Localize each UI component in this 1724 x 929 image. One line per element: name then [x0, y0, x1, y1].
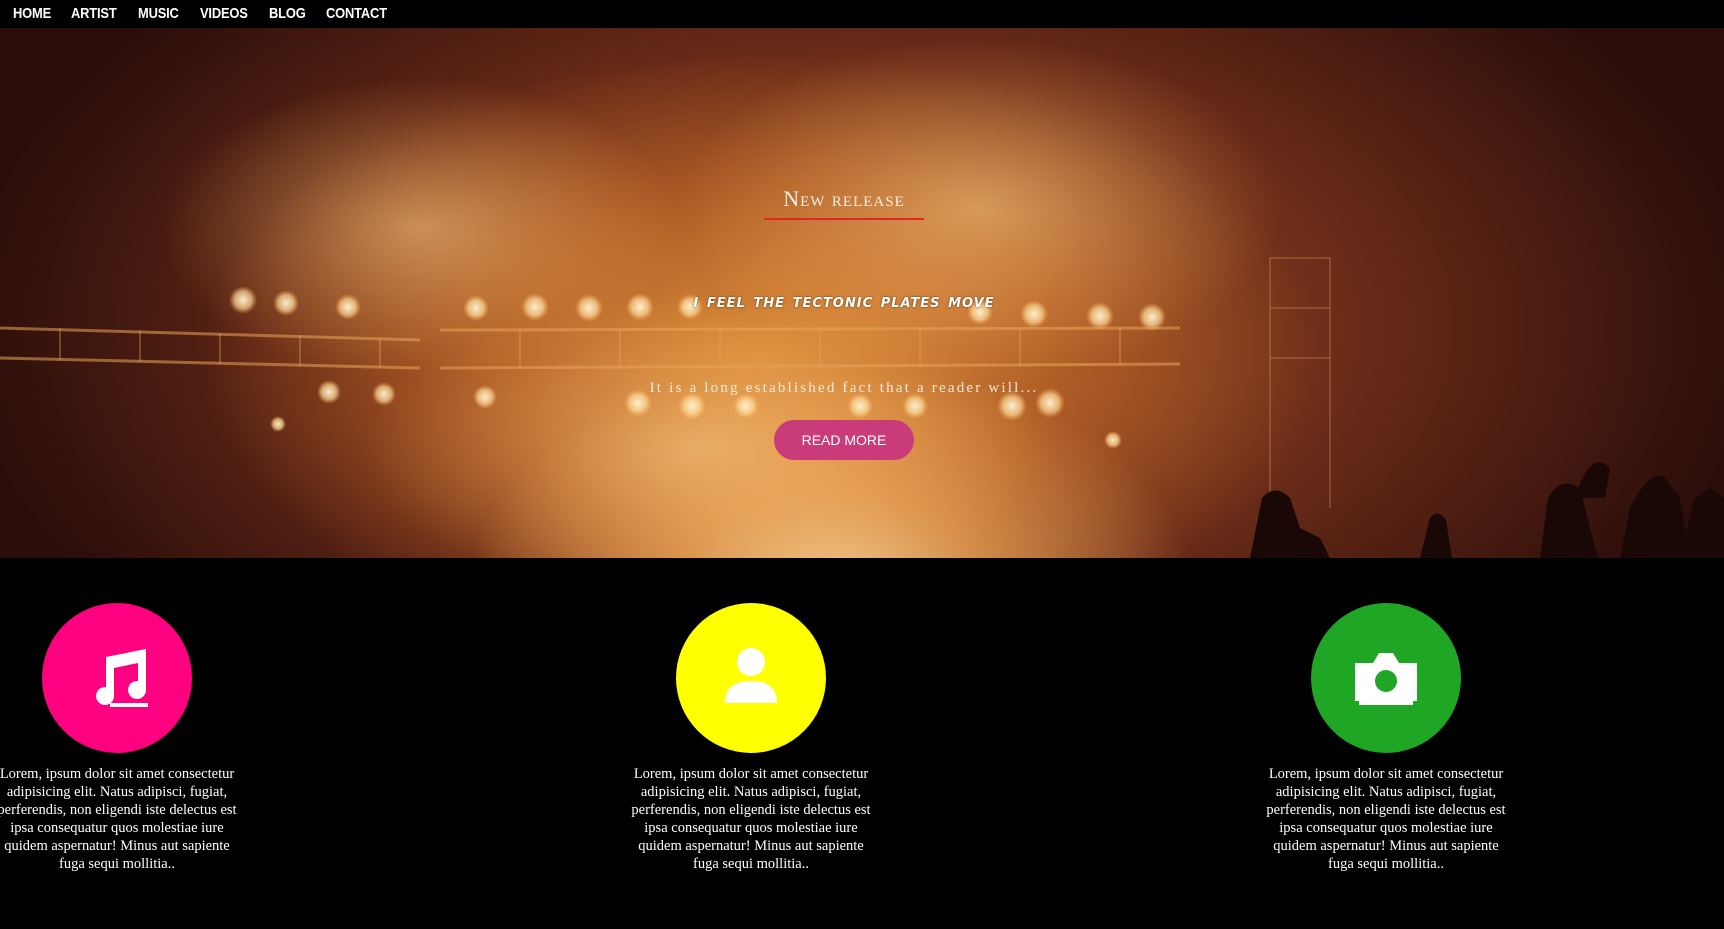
music-note-icon	[96, 649, 148, 707]
nav-item-artist[interactable]: ARTIST	[71, 4, 117, 24]
top-navigation: HOME ARTIST MUSIC VIDEOS BLOG CONTACT	[0, 0, 1724, 28]
nav-item-videos[interactable]: VIDEOS	[200, 4, 248, 24]
camera-icon-circle[interactable]	[1311, 603, 1461, 753]
hero-subtitle: New release	[783, 186, 905, 211]
camera-icon	[1355, 653, 1417, 705]
feature-description-photos: Lorem, ipsum dolor sit amet consectetur …	[1266, 766, 1506, 872]
nav-item-blog[interactable]: BLOG	[269, 4, 306, 24]
user-icon	[725, 648, 777, 703]
nav-item-contact[interactable]: CONTACT	[326, 4, 387, 24]
nav-list: HOME ARTIST MUSIC VIDEOS BLOG CONTACT	[0, 4, 390, 24]
subtitle-underline-divider	[764, 218, 924, 220]
feature-card-artist: Lorem, ipsum dolor sit amet consectetur …	[626, 603, 876, 873]
feature-description-music: Lorem, ipsum dolor sit amet consectetur …	[0, 766, 237, 872]
read-more-button[interactable]: READ MORE	[774, 420, 914, 460]
feature-description-artist: Lorem, ipsum dolor sit amet consectetur …	[631, 766, 871, 872]
hero-teaser-text: It is a long established fact that a rea…	[649, 380, 1039, 396]
user-icon-circle[interactable]	[676, 603, 826, 753]
nav-item-music[interactable]: MUSIC	[138, 4, 179, 24]
features-section: Lorem, ipsum dolor sit amet consectetur …	[0, 558, 1724, 929]
page: HOME ARTIST MUSIC VIDEOS BLOG CONTACT Ne…	[0, 0, 1724, 929]
music-icon-circle[interactable]	[42, 603, 192, 753]
feature-card-photos: Lorem, ipsum dolor sit amet consectetur …	[1261, 603, 1511, 873]
feature-card-music: Lorem, ipsum dolor sit amet consectetur …	[0, 603, 242, 873]
hero-content: New release I feel the tectonic plates m…	[0, 28, 1724, 558]
hero-banner: New release I feel the tectonic plates m…	[0, 28, 1724, 558]
hero-headline: I feel the tectonic plates move	[693, 290, 995, 312]
nav-item-home[interactable]: HOME	[13, 4, 51, 24]
